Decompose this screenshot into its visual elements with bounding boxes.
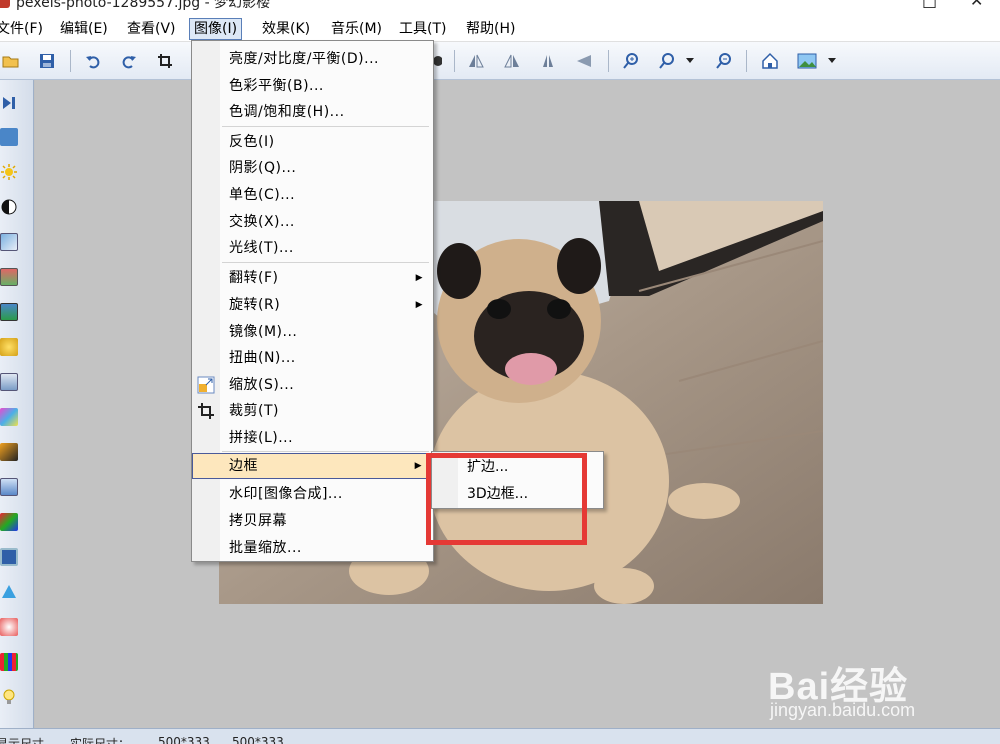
display-size-label: 显示尺寸 [0, 737, 45, 744]
color-effect-icon[interactable] [0, 408, 18, 426]
open-folder-icon[interactable] [1, 51, 21, 71]
menu-flip[interactable]: 翻转(F) ▶ [192, 265, 433, 291]
save-icon[interactable] [37, 51, 57, 71]
actual-size-value: 500*333 [158, 735, 210, 744]
zoom-in-icon[interactable] [621, 51, 641, 71]
shape-icon[interactable] [0, 583, 18, 601]
menu-bar: 文件(F) 编辑(E) 查看(V) 图像(I) 效果(K) 音乐(M) 工具(T… [0, 16, 1000, 42]
image-icon[interactable] [0, 233, 18, 251]
app-icon [0, 0, 10, 8]
mirror-icon[interactable] [538, 51, 558, 71]
menu-tools[interactable]: 工具(T) [395, 18, 450, 40]
view-dropdown-icon[interactable] [826, 51, 838, 71]
menu-rotate-label: 旋转(R) [229, 297, 281, 313]
zoom-out-icon[interactable] [714, 51, 734, 71]
menu-flip-label: 翻转(F) [229, 270, 279, 286]
menu-music[interactable]: 音乐(M) [327, 18, 386, 40]
undo-icon[interactable] [83, 51, 103, 71]
view-icon[interactable] [797, 51, 817, 71]
menu-effects[interactable]: 效果(K) [258, 18, 314, 40]
maximize-icon[interactable]: □ [922, 0, 937, 10]
menu-separator [222, 126, 429, 127]
menu-border[interactable]: 边框 ▶ [192, 453, 433, 479]
brightness-icon[interactable] [0, 163, 18, 181]
collage-icon[interactable] [0, 653, 18, 671]
crop-icon[interactable] [155, 51, 175, 71]
menu-help[interactable]: 帮助(H) [462, 18, 519, 40]
menu-watermark[interactable]: 水印[图像合成]... [192, 481, 433, 507]
home-icon[interactable] [760, 51, 780, 71]
menu-swap[interactable]: 交换(X)... [192, 209, 433, 235]
window-title: pexels-photo-1289557.jpg - 梦幻影楼 [16, 0, 271, 11]
menu-color-balance[interactable]: 色彩平衡(B)... [192, 73, 433, 99]
annotation-highlight-box [426, 453, 587, 545]
menu-monochrome[interactable]: 单色(C)... [192, 182, 433, 208]
zoom-dropdown-icon[interactable] [684, 51, 696, 71]
light-effect-icon[interactable] [0, 338, 18, 356]
image-menu-dropdown: 亮度/对比度/平衡(D)... 色彩平衡(B)... 色调/饱和度(H)... … [191, 40, 434, 562]
menu-invert[interactable]: 反色(I) [192, 129, 433, 155]
size-value: 500*333 [232, 735, 284, 744]
menu-lighting[interactable]: 光线(T)... [192, 235, 433, 261]
palette-icon[interactable] [0, 513, 18, 531]
left-toolbar [0, 80, 34, 728]
portrait-icon[interactable] [0, 478, 18, 496]
play-icon[interactable] [0, 94, 18, 112]
title-bar: pexels-photo-1289557.jpg - 梦幻影楼 □ ✕ [0, 0, 1000, 16]
menu-crop-label: 裁剪(T) [229, 403, 279, 419]
menu-file[interactable]: 文件(F) [0, 18, 47, 40]
menu-distort[interactable]: 扭曲(N)... [192, 345, 433, 371]
menu-stitch[interactable]: 拼接(L)... [192, 425, 433, 451]
rotate-alt-icon[interactable] [574, 51, 594, 71]
menu-image[interactable]: 图像(I) [189, 18, 243, 40]
menu-shadow[interactable]: 阴影(Q)... [192, 155, 433, 181]
menu-mirror[interactable]: 镜像(M)... [192, 319, 433, 345]
actual-size-label: 实际尺寸： [70, 737, 131, 744]
landscape-icon[interactable] [0, 303, 18, 321]
film-icon[interactable] [0, 548, 18, 566]
sticker-icon[interactable] [0, 618, 18, 636]
menu-view[interactable]: 查看(V) [123, 18, 180, 40]
toolbar [0, 42, 1000, 80]
flip-vertical-icon[interactable] [502, 51, 522, 71]
bulb-icon[interactable] [0, 688, 18, 706]
crop-icon [197, 402, 215, 420]
menu-brightness-contrast[interactable]: 亮度/对比度/平衡(D)... [192, 46, 433, 72]
menu-rotate[interactable]: 旋转(R) ▶ [192, 292, 433, 318]
submenu-arrow-icon: ▶ [414, 461, 422, 471]
menu-border-label: 边框 [229, 458, 258, 474]
resize-icon [197, 376, 215, 394]
submenu-arrow-icon: ▶ [415, 300, 423, 310]
adjust-icon[interactable] [0, 128, 18, 146]
menu-separator [222, 262, 429, 263]
baidu-watermark-url: jingyan.baidu.com [770, 700, 916, 720]
menu-hue-saturation[interactable]: 色调/饱和度(H)... [192, 99, 433, 125]
menu-edit[interactable]: 编辑(E) [56, 18, 112, 40]
flip-horizontal-icon[interactable] [466, 51, 486, 71]
menu-resize[interactable]: 缩放(S)... [192, 372, 433, 398]
menu-resize-label: 缩放(S)... [229, 377, 295, 393]
menu-separator [222, 451, 429, 452]
contrast-icon[interactable] [0, 198, 18, 216]
redo-icon[interactable] [119, 51, 139, 71]
menu-batch-resize[interactable]: 批量缩放... [192, 535, 433, 561]
menu-copy-screen[interactable]: 拷贝屏幕 [192, 508, 433, 534]
close-icon[interactable]: ✕ [970, 0, 983, 10]
color-balance-icon[interactable] [0, 268, 18, 286]
spark-icon[interactable] [0, 443, 18, 461]
frame-icon[interactable] [0, 373, 18, 391]
status-bar: 显示尺寸 实际尺寸： 500*333 500*333 [0, 728, 1000, 744]
zoom-icon[interactable] [657, 51, 677, 71]
submenu-arrow-icon: ▶ [415, 273, 423, 283]
menu-crop[interactable]: 裁剪(T) [192, 398, 433, 424]
